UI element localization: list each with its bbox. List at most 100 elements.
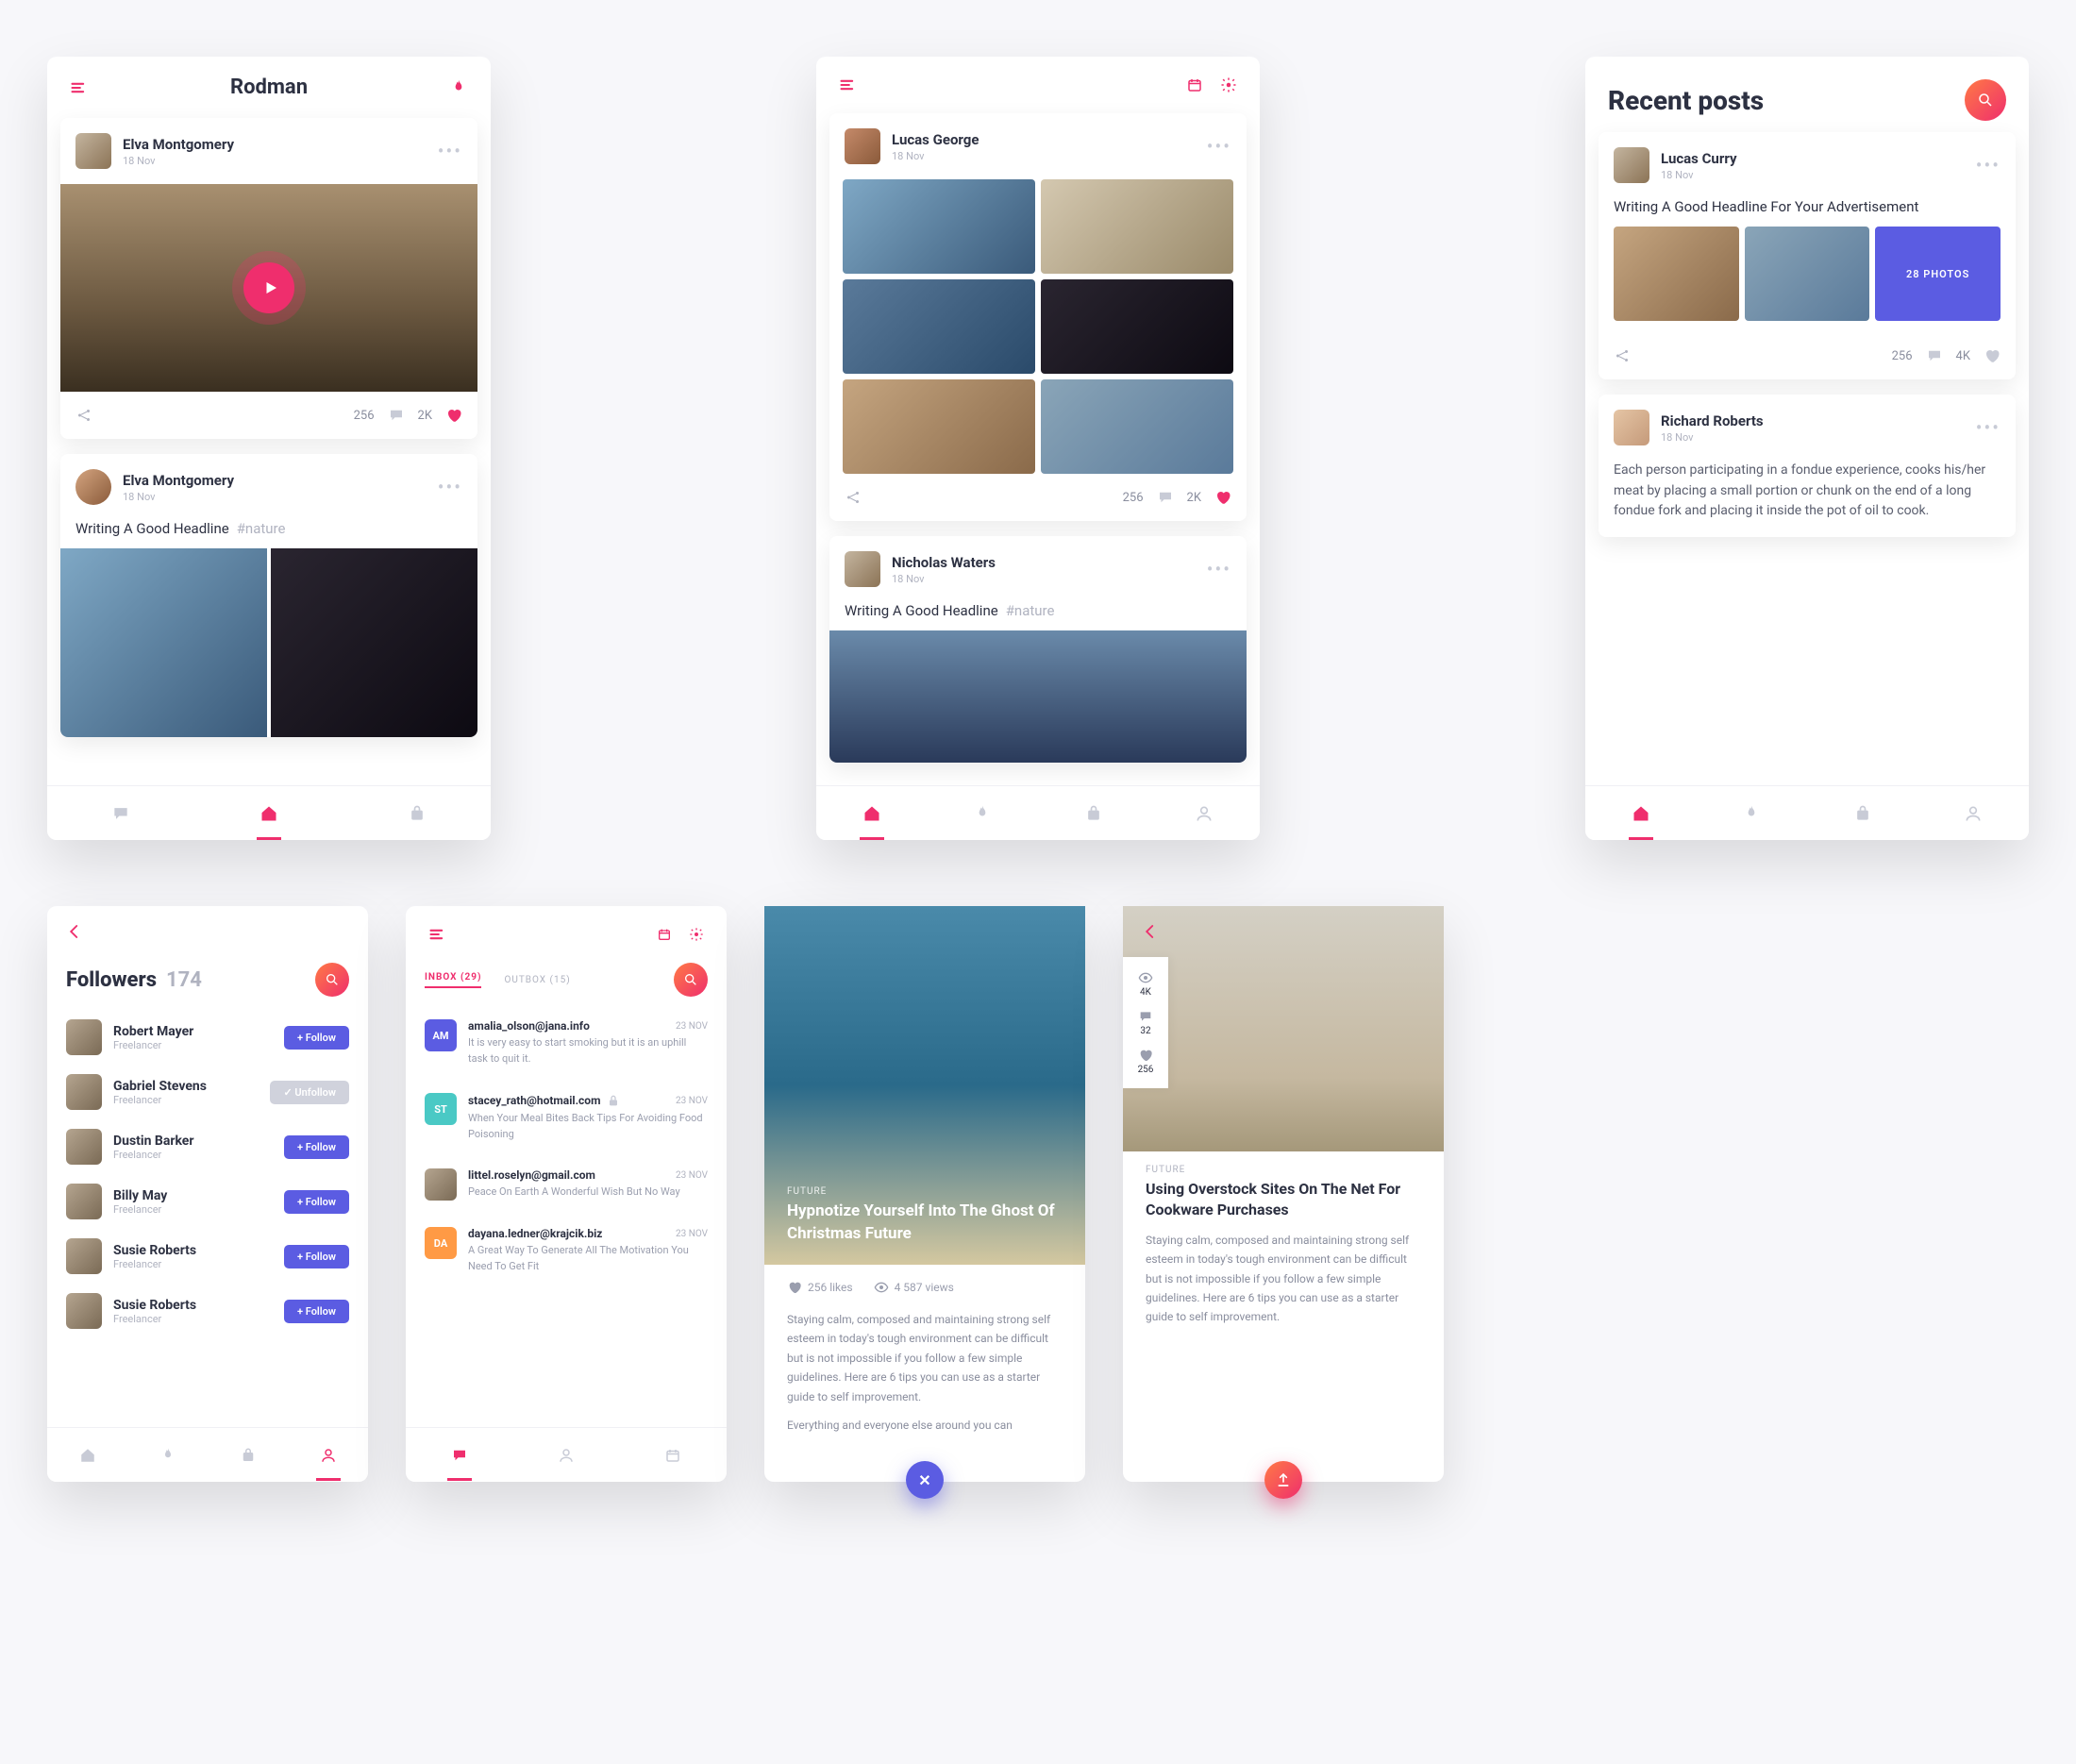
menu-icon[interactable] [839,76,858,94]
share-button[interactable] [1264,1461,1302,1499]
avatar[interactable] [1614,147,1649,183]
avatar[interactable] [66,1019,102,1055]
avatar[interactable] [66,1293,102,1329]
nav-profile[interactable] [1195,804,1214,823]
tab-outbox[interactable]: OUTBOX (15) [504,975,570,985]
share-icon[interactable] [75,407,92,424]
photo-grid[interactable] [60,548,477,737]
message-row[interactable]: DA dayana.ledner@krajcik.biz23 NOV A Gre… [406,1214,727,1287]
post-card[interactable]: Elva Montgomery 18 Nov ••• Writing A Goo… [60,454,477,737]
post-card[interactable]: Richard Roberts 18 Nov ••• Each person p… [1599,395,2016,537]
avatar[interactable] [1614,410,1649,445]
nav-home[interactable] [260,804,278,823]
avatar[interactable] [66,1074,102,1110]
follow-button[interactable]: + Follow [284,1190,349,1214]
back-button[interactable] [47,906,102,957]
comment-icon[interactable] [388,407,405,424]
comment-icon[interactable] [1926,347,1943,364]
nav-chat[interactable] [111,804,130,823]
post-headline: Writing A Good Headline For Your Adverti… [1599,198,2016,227]
screen-feed-grid: Lucas George 18 Nov ••• 256 2K Nicholas … [816,57,1260,840]
calendar-icon[interactable] [657,927,672,942]
gear-icon[interactable] [1220,76,1237,93]
nav-fire[interactable] [973,804,992,823]
follow-button[interactable]: + Follow [284,1026,349,1050]
share-icon[interactable] [1614,347,1631,364]
nav-bag[interactable] [408,804,427,823]
more-photos-tile[interactable]: 28 PHOTOS [1875,227,2001,321]
avatar[interactable] [66,1238,102,1274]
avatar[interactable] [66,1129,102,1165]
heart-icon[interactable] [1214,489,1231,506]
post-card[interactable]: Nicholas Waters 18 Nov ••• Writing A Goo… [829,536,1247,763]
follower-row[interactable]: Billy MayFreelancer + Follow [47,1174,368,1229]
bottom-nav [816,785,1260,840]
nav-bag[interactable] [240,1447,257,1464]
play-button[interactable] [243,262,294,313]
search-button[interactable] [315,963,349,997]
menu-icon[interactable] [70,78,89,97]
follower-row[interactable]: Susie RobertsFreelancer + Follow [47,1284,368,1338]
follow-button[interactable]: + Follow [284,1135,349,1159]
post-date: 18 Nov [123,155,234,167]
nav-chat[interactable] [451,1447,468,1464]
follow-button[interactable]: + Follow [284,1245,349,1268]
follower-row[interactable]: Gabriel StevensFreelancer ✓ Unfollow [47,1065,368,1119]
nav-bag[interactable] [1853,804,1872,823]
share-icon[interactable] [845,489,862,506]
nav-home[interactable] [862,804,881,823]
menu-icon[interactable] [428,925,447,944]
post-card[interactable]: Lucas George 18 Nov ••• 256 2K [829,113,1247,521]
article-body: Staying calm, composed and maintaining s… [764,1310,1085,1406]
gear-icon[interactable] [689,927,704,942]
close-button[interactable]: ✕ [906,1461,944,1499]
section-header: Recent posts [1585,57,2029,132]
follower-row[interactable]: Susie RobertsFreelancer + Follow [47,1229,368,1284]
post-image[interactable] [829,630,1247,763]
message-snippet: It is very easy to start smoking but it … [468,1035,708,1067]
calendar-icon[interactable] [1186,76,1203,93]
follower-row[interactable]: Robert MayerFreelancer + Follow [47,1010,368,1065]
more-icon[interactable]: ••• [438,140,462,162]
more-icon[interactable]: ••• [1207,558,1231,580]
message-row[interactable]: AM amalia_olson@jana.info23 NOV It is ve… [406,1006,727,1080]
search-button[interactable] [674,963,708,997]
unfollow-button[interactable]: ✓ Unfollow [270,1081,349,1104]
avatar[interactable] [845,128,880,164]
photo-grid[interactable]: 28 PHOTOS [1599,227,2016,332]
message-row[interactable]: littel.roselyn@gmail.com23 NOV Peace On … [406,1155,727,1214]
nav-profile[interactable] [1964,804,1983,823]
more-icon[interactable]: ••• [1976,154,2001,176]
photo-grid[interactable] [829,179,1247,474]
post-card[interactable]: Elva Montgomery 18 Nov ••• 256 2K [60,118,477,439]
more-icon[interactable]: ••• [1976,416,2001,439]
nav-fire[interactable] [1742,804,1761,823]
post-card[interactable]: Lucas Curry 18 Nov ••• Writing A Good He… [1599,132,2016,379]
nav-profile[interactable] [320,1447,337,1464]
message-date: 23 NOV [676,1229,708,1239]
avatar[interactable] [845,551,880,587]
post-media[interactable] [60,184,477,392]
heart-icon[interactable] [1984,347,2001,364]
heart-icon[interactable] [445,407,462,424]
back-button[interactable] [1123,906,1178,957]
nav-profile[interactable] [558,1447,575,1464]
search-button[interactable] [1965,79,2006,121]
more-icon[interactable]: ••• [438,476,462,498]
nav-fire[interactable] [159,1447,176,1464]
more-icon[interactable]: ••• [1207,135,1231,158]
nav-bag[interactable] [1084,804,1103,823]
message-row[interactable]: ST stacey_rath@hotmail.com23 NOV When Yo… [406,1080,727,1155]
avatar[interactable] [75,469,111,505]
avatar[interactable] [66,1184,102,1219]
avatar[interactable] [75,133,111,169]
nav-calendar[interactable] [664,1447,681,1464]
nav-home[interactable] [79,1447,96,1464]
tab-inbox[interactable]: INBOX (29) [425,972,481,988]
comment-icon[interactable] [1157,489,1174,506]
like-count: 2K [418,409,432,423]
nav-home[interactable] [1632,804,1650,823]
follow-button[interactable]: + Follow [284,1300,349,1323]
fire-icon[interactable] [449,78,468,97]
follower-row[interactable]: Dustin BarkerFreelancer + Follow [47,1119,368,1174]
